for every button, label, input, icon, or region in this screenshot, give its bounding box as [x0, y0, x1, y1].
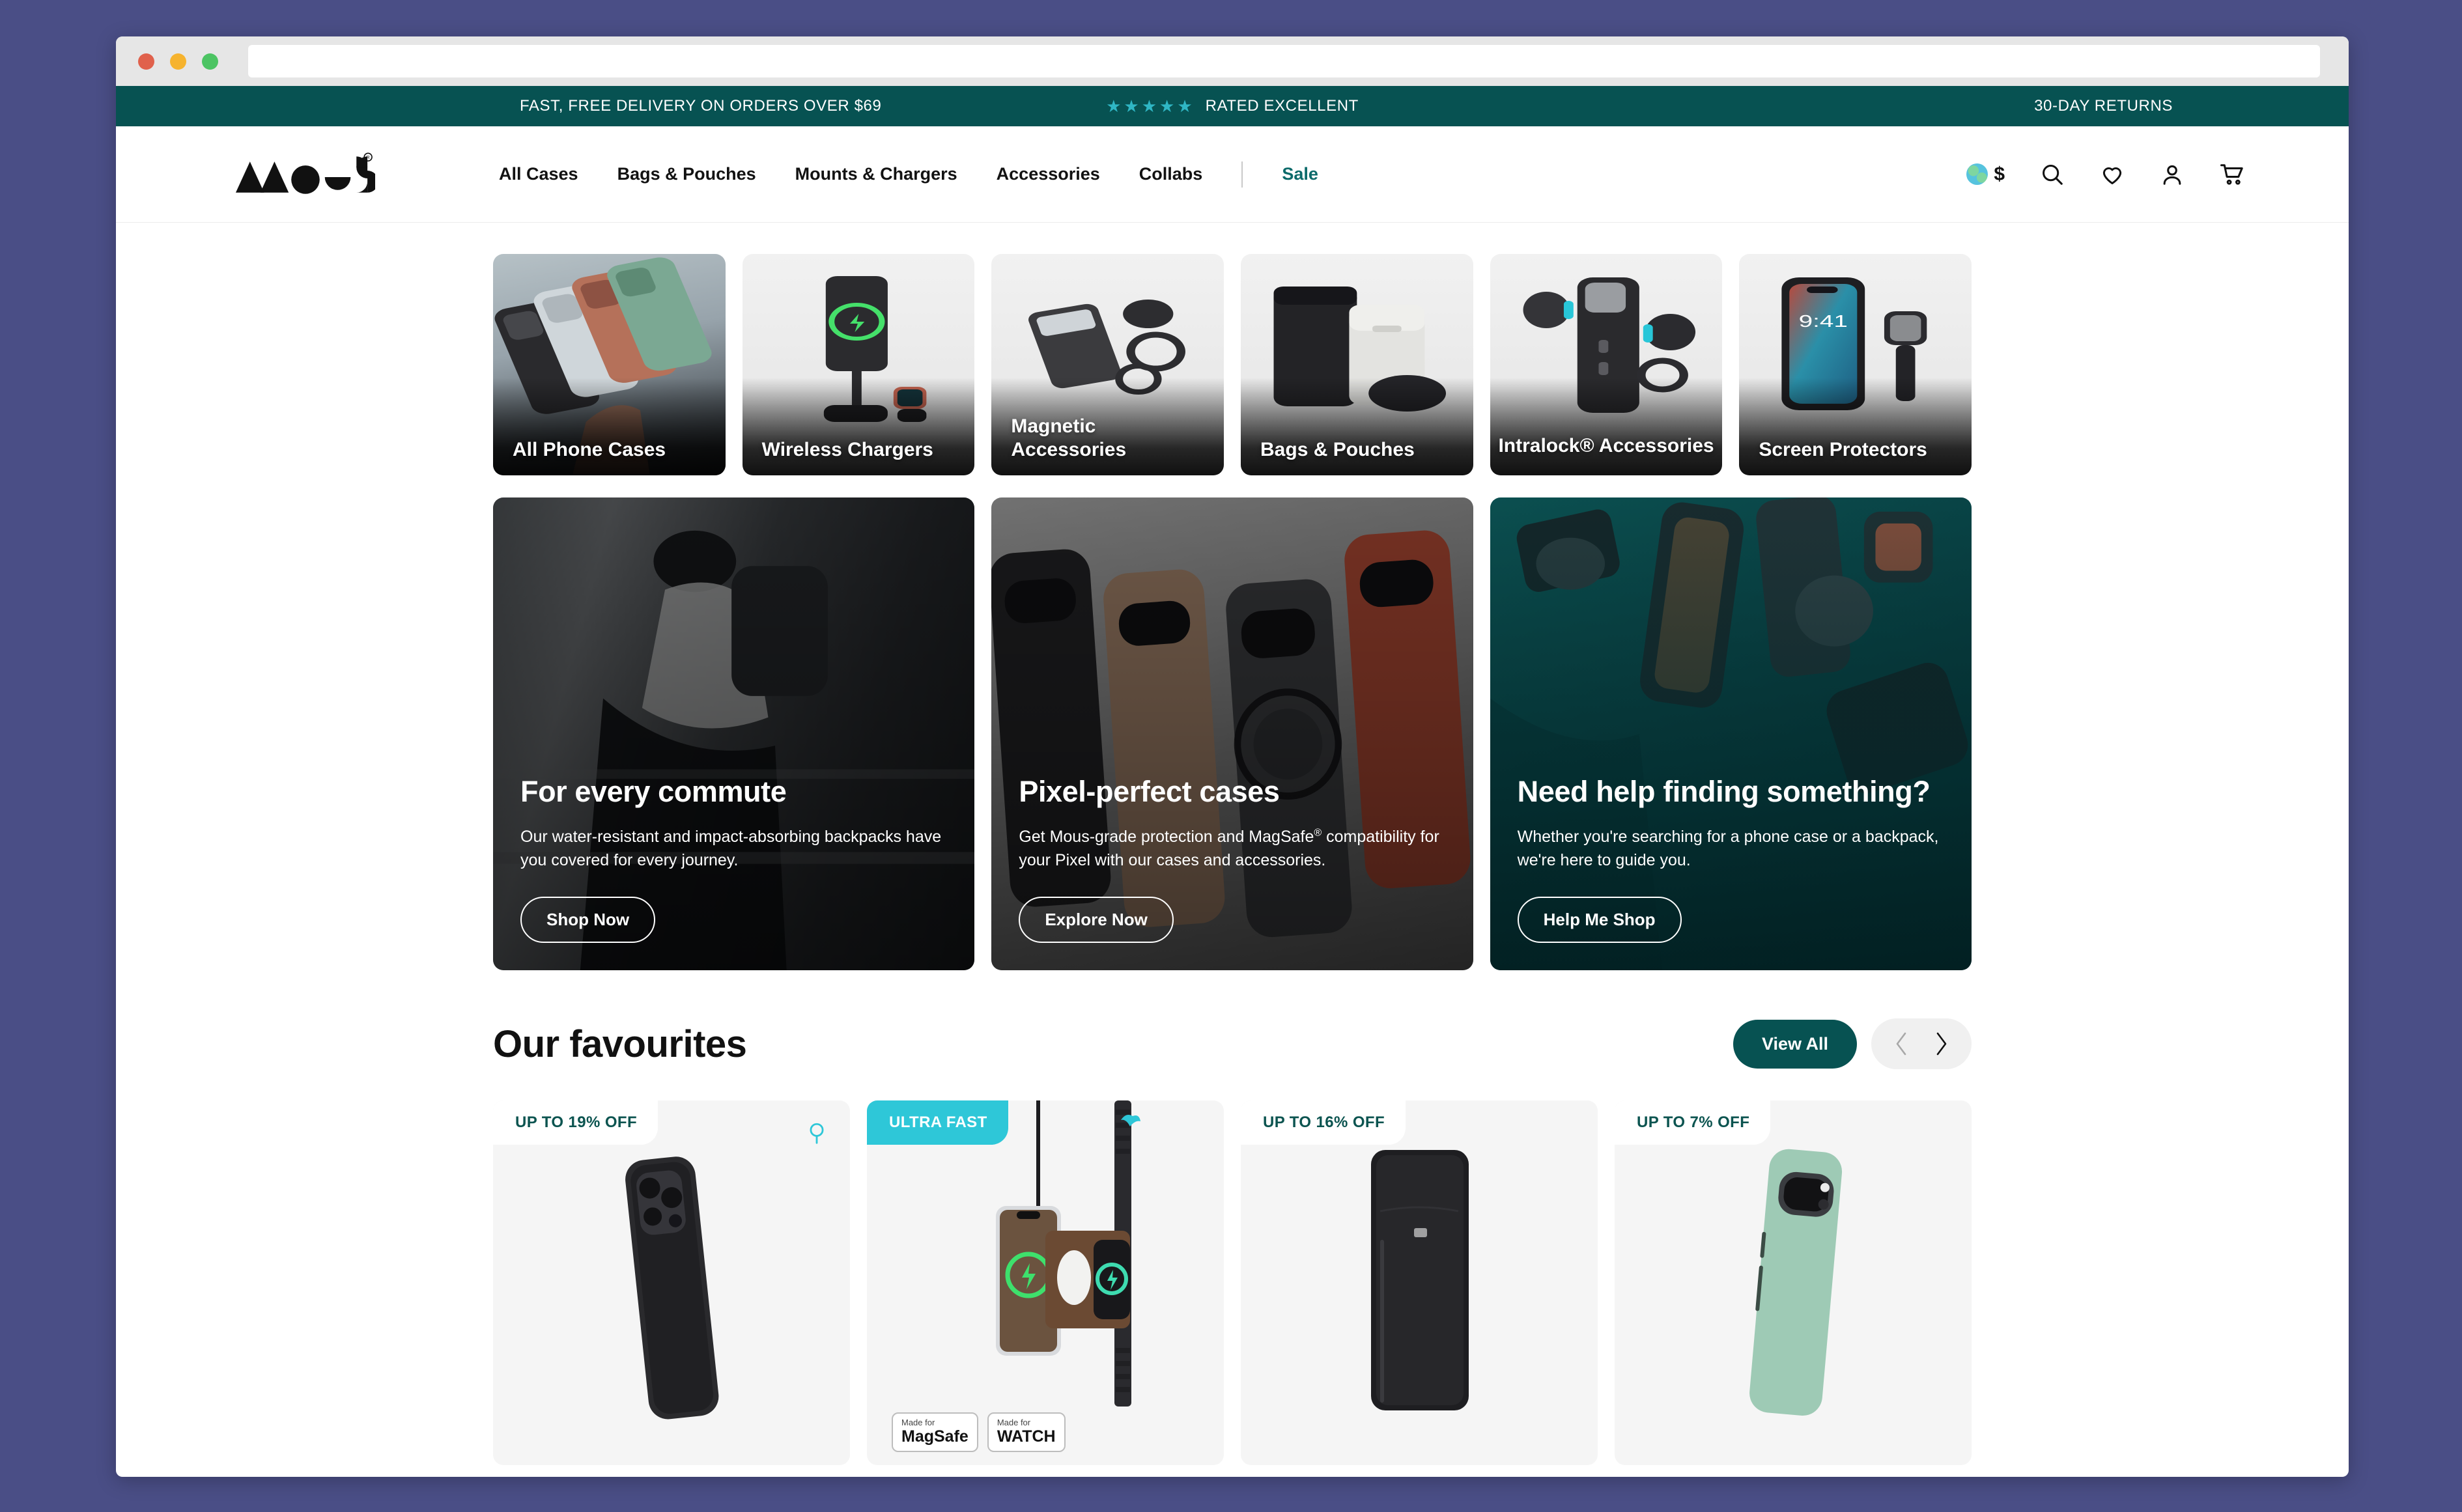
product-image-mint-pixel-case — [1615, 1100, 1972, 1465]
close-window-button[interactable] — [138, 53, 154, 70]
ultra-fast-badge: ULTRA FAST — [867, 1100, 1008, 1145]
svg-text:9:41: 9:41 — [1799, 311, 1848, 330]
category-label: Screen Protectors — [1759, 438, 1927, 460]
currency-symbol: $ — [1994, 163, 2005, 185]
discount-badge: UP TO 7% OFF — [1615, 1100, 1771, 1145]
promo-cta-help-me-shop[interactable]: Help Me Shop — [1517, 897, 1682, 943]
product-image-3-in-1-charger — [867, 1100, 1224, 1465]
category-label: Intralock® Accessories — [1498, 434, 1714, 456]
category-tile-row: All Phone Cases Wireless Chargers Magnet… — [493, 223, 1972, 475]
carousel-arrows — [1871, 1018, 1972, 1069]
minimize-window-button[interactable] — [170, 53, 186, 70]
nav-item-bags-pouches[interactable]: Bags & Pouches — [617, 164, 756, 184]
mous-logo-icon: R — [235, 152, 375, 194]
product-card[interactable]: UP TO 19% OFF — [493, 1100, 850, 1465]
rating-label: RATED EXCELLENT — [1205, 97, 1359, 115]
zoom-window-button[interactable] — [202, 53, 218, 70]
category-label: Magnetic Accessories — [1011, 415, 1127, 460]
category-shade — [1490, 378, 1723, 475]
svg-text:R: R — [367, 156, 370, 160]
browser-chrome — [116, 36, 2349, 86]
favourites-header: Our favourites View All — [493, 1018, 1972, 1069]
certification-badges: Made for 🍎MagSafe Made for 🍎WATCH — [892, 1412, 1066, 1452]
promo-title: Pixel-perfect cases — [1019, 775, 1280, 808]
promo-body: Get Mous-grade protection and MagSafe® c… — [1019, 827, 1439, 869]
category-label: Bags & Pouches — [1260, 438, 1415, 460]
wishlist-heart-icon[interactable] — [806, 1121, 828, 1146]
view-all-button[interactable]: View All — [1733, 1019, 1857, 1069]
globe-icon — [1966, 163, 1988, 185]
registered-mark: ® — [1314, 827, 1322, 839]
page-content: All Phone Cases Wireless Chargers Magnet… — [116, 223, 2349, 1465]
rating-stars-icon: ★★★★★ — [1106, 96, 1195, 116]
promo-cta-shop-now[interactable]: Shop Now — [520, 897, 656, 943]
search-icon[interactable] — [2040, 162, 2065, 187]
promo-card-commute[interactable]: For every commute Our water-resistant an… — [493, 497, 975, 970]
category-tile-magnetic-accessories[interactable]: Magnetic Accessories — [991, 254, 1224, 475]
category-tile-intralock-accessories[interactable]: Intralock® Accessories — [1490, 254, 1723, 475]
browser-window: FAST, FREE DELIVERY ON ORDERS OVER $69 ★… — [116, 36, 2349, 1477]
discount-badge: UP TO 19% OFF — [493, 1100, 658, 1145]
nav-item-sale[interactable]: Sale — [1282, 164, 1318, 184]
promo-title: Need help finding something? — [1517, 775, 1931, 808]
section-title-our-favourites: Our favourites — [493, 1022, 747, 1065]
promo-body: Our water-resistant and impact-absorbing… — [520, 828, 942, 869]
favourites-controls: View All — [1733, 1018, 1972, 1069]
product-carousel: UP TO 19% OFF ULTRA FAST Made for MagSaf… — [493, 1100, 1972, 1465]
traffic-lights — [138, 53, 218, 70]
header-icon-group: $ — [1966, 162, 2244, 187]
promo-card-row: For every commute Our water-resistant an… — [493, 497, 1972, 970]
nav-divider — [1241, 161, 1243, 188]
promo-card-help[interactable]: Need help finding something? Whether you… — [1490, 497, 1972, 970]
site-header: R All Cases Bags & Pouches Mounts & Char… — [116, 126, 2349, 223]
category-label: All Phone Cases — [513, 438, 666, 460]
made-for-magsafe-badge: Made for 🍎MagSafe — [892, 1412, 978, 1452]
promo-cta-explore-now[interactable]: Explore Now — [1019, 897, 1174, 943]
promo-title: For every commute — [520, 775, 787, 808]
category-tile-wireless-chargers[interactable]: Wireless Chargers — [742, 254, 975, 475]
product-card[interactable]: UP TO 7% OFF — [1615, 1100, 1972, 1465]
product-image-laptop-sleeve — [1241, 1100, 1598, 1465]
promo-body: Whether you're searching for a phone cas… — [1517, 828, 1939, 869]
announcement-rating: ★★★★★ RATED EXCELLENT — [1106, 96, 1359, 117]
category-tile-all-phone-cases[interactable]: All Phone Cases — [493, 254, 726, 475]
product-card[interactable]: ULTRA FAST Made for 🍎MagSafe Made for 🍎W… — [867, 1100, 1224, 1465]
address-bar[interactable] — [248, 45, 2320, 77]
wishlist-heart-icon[interactable] — [2100, 162, 2125, 187]
chevron-right-icon[interactable] — [1932, 1031, 1949, 1057]
announcement-returns: 30-DAY RETURNS — [2034, 97, 2173, 115]
product-image-aramid-case — [493, 1100, 850, 1465]
nav-item-mounts-chargers[interactable]: Mounts & Chargers — [795, 164, 957, 184]
cart-icon[interactable] — [2220, 162, 2244, 187]
nav-item-accessories[interactable]: Accessories — [997, 164, 1100, 184]
discount-badge: UP TO 16% OFF — [1241, 1100, 1406, 1145]
nav-item-all-cases[interactable]: All Cases — [499, 164, 578, 184]
announcement-bar: FAST, FREE DELIVERY ON ORDERS OVER $69 ★… — [116, 86, 2349, 126]
nav-item-collabs[interactable]: Collabs — [1139, 164, 1203, 184]
product-card[interactable]: UP TO 16% OFF — [1241, 1100, 1598, 1465]
account-icon[interactable] — [2160, 162, 2185, 187]
category-tile-screen-protectors[interactable]: 9:41 Screen Protectors — [1739, 254, 1972, 475]
currency-selector[interactable]: $ — [1966, 163, 2005, 186]
logo-link[interactable]: R — [233, 151, 375, 198]
category-tile-bags-pouches[interactable]: Bags & Pouches — [1241, 254, 1473, 475]
main-navigation: All Cases Bags & Pouches Mounts & Charge… — [499, 161, 1318, 188]
announcement-delivery: FAST, FREE DELIVERY ON ORDERS OVER $69 — [520, 97, 882, 115]
promo-card-pixel[interactable]: Pixel-perfect cases Get Mous-grade prote… — [991, 497, 1473, 970]
made-for-watch-badge: Made for 🍎WATCH — [987, 1412, 1066, 1452]
category-label: Wireless Chargers — [761, 438, 933, 460]
chevron-left-icon[interactable] — [1893, 1031, 1910, 1057]
